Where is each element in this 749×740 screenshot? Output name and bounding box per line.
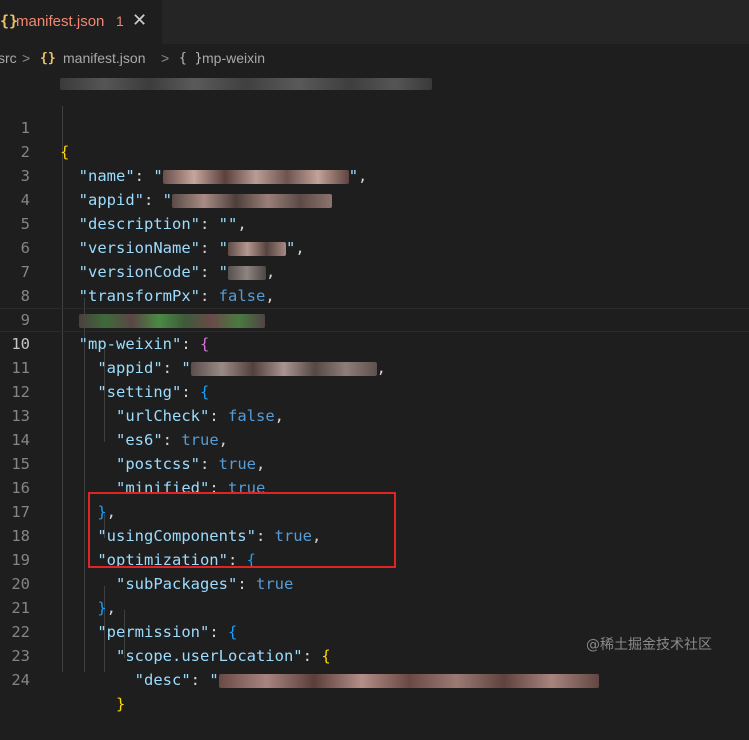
problem-count-badge: 1: [116, 13, 124, 29]
code-line-current: 10 "appid": ",: [0, 308, 749, 377]
redacted-sticky-header: [60, 73, 440, 90]
code-line: 5 "versionName": " ",: [0, 188, 749, 257]
code-line: 21 "permission": {: [0, 572, 749, 641]
highlight-box: [88, 492, 396, 568]
code-line: 2 "name": " ",: [0, 116, 749, 185]
code-line: 3 "appid": ": [0, 140, 749, 209]
object-icon: { }: [179, 51, 203, 66]
watermark: @稀土掘金技术社区: [586, 637, 712, 653]
code-line: 13 "es6": true,: [0, 380, 749, 449]
code-line: 9 "mp-weixin": {: [0, 284, 749, 353]
code-line: 15 "minified": true: [0, 428, 749, 497]
code-line: 8: [0, 260, 749, 328]
redacted-value: [218, 673, 599, 688]
chevron-right-icon: >: [22, 50, 31, 66]
code-line: 22 "scope.userLocation": {: [0, 596, 749, 665]
code-line: 11 "setting": {: [0, 332, 749, 401]
chevron-right-icon: >: [161, 50, 170, 66]
code-line: 14 "postcss": true,: [0, 404, 749, 473]
code-editor[interactable]: 1 { 2 "name": " ", 3 "appid": " 4 "descri…: [0, 92, 749, 713]
breadcrumb-item-src[interactable]: src: [0, 50, 17, 66]
code-line: 16 },: [0, 452, 749, 521]
json-file-icon: {}: [40, 51, 56, 66]
breadcrumb: src > {} manifest.json > { } mp-weixin: [0, 44, 749, 70]
breadcrumb-item-mp-weixin[interactable]: mp-weixin: [202, 50, 265, 66]
code-line: 1 {: [0, 92, 749, 161]
close-icon[interactable]: ✕: [132, 10, 147, 31]
code-line: 6 "versionCode": ",: [0, 212, 749, 281]
json-key: "desc": [134, 671, 191, 689]
tab-manifest-json[interactable]: {} manifest.json 1 ✕: [0, 0, 162, 44]
tab-bar: {} manifest.json 1 ✕: [0, 0, 749, 44]
breadcrumb-item-file[interactable]: manifest.json: [63, 50, 145, 66]
code-line: 7 "transformPx": false,: [0, 236, 749, 305]
code-line: 12 "urlCheck": false,: [0, 356, 749, 425]
tab-label[interactable]: manifest.json: [16, 13, 104, 30]
code-line: 4 "description": "",: [0, 164, 749, 233]
